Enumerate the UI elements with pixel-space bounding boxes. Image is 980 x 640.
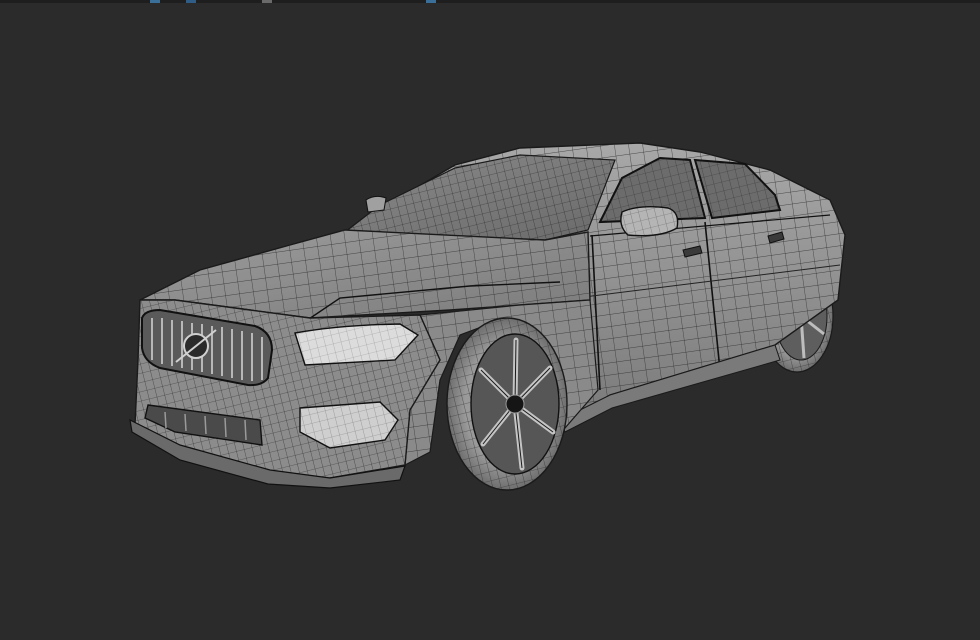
front-wheel bbox=[446, 317, 568, 491]
3d-viewport[interactable] bbox=[0, 0, 980, 640]
car-wireframe-model[interactable] bbox=[0, 0, 980, 640]
left-mirror bbox=[365, 195, 387, 213]
